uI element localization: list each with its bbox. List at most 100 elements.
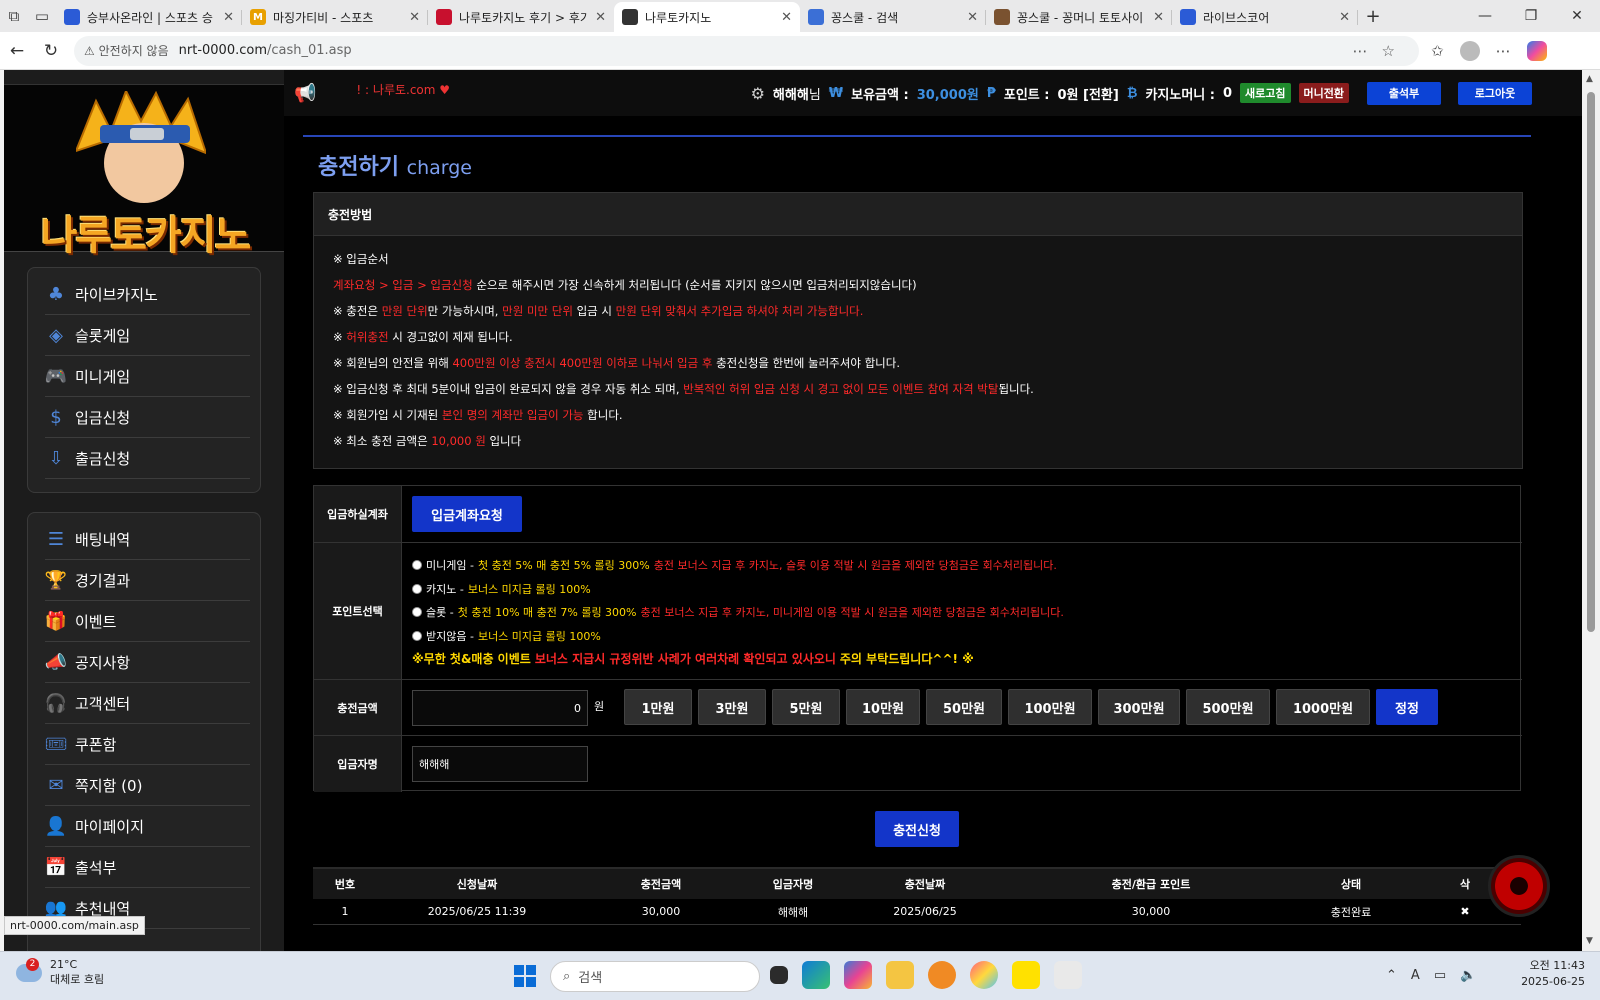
tab-close-icon[interactable]: ✕: [967, 10, 978, 25]
close-window-icon[interactable]: ✕: [1554, 0, 1600, 32]
tab-close-icon[interactable]: ✕: [223, 10, 234, 25]
taskbar-clock[interactable]: 오전 11:43 2025-06-25: [1497, 958, 1585, 990]
user-name: 해해해님: [772, 87, 821, 103]
sidebar-item-customer-center[interactable]: 🎧 고객센터: [45, 683, 250, 724]
amount-button-6[interactable]: 300만원: [1098, 689, 1180, 725]
volume-icon[interactable]: 🔈: [1460, 968, 1476, 983]
copilot-app-icon[interactable]: [844, 961, 872, 989]
site-logo[interactable]: 나루토카지노: [4, 84, 284, 259]
page-scrollbar[interactable]: ▲ ▼: [1582, 70, 1600, 951]
workspaces-icon[interactable]: ⧉: [0, 0, 28, 32]
history-cell: 30,000: [1131, 905, 1171, 918]
sidebar-item-mypage[interactable]: 👤 마이페이지: [45, 806, 250, 847]
app-orange-icon[interactable]: [928, 961, 956, 989]
browser-tab-1[interactable]: M 마징가티비 - 스포츠 ✕: [242, 2, 428, 32]
amount-button-7[interactable]: 500만원: [1186, 689, 1270, 725]
kakaotalk-icon[interactable]: [1012, 961, 1040, 989]
sidebar-item-notices[interactable]: 📣 공지사항: [45, 642, 250, 683]
weather-widget[interactable]: 2 21°C 대체로 흐림: [16, 957, 104, 987]
network-icon[interactable]: ▭: [1434, 968, 1446, 983]
sidebar-item-messages[interactable]: ✉ 쪽지함 (0): [45, 765, 250, 806]
amount-button-3[interactable]: 10만원: [846, 689, 920, 725]
logout-button[interactable]: 로그아웃: [1458, 81, 1532, 105]
favorites-icon[interactable]: ✩: [1431, 42, 1444, 60]
tab-close-icon[interactable]: ✕: [409, 10, 420, 25]
browser-tab-6[interactable]: 라이브스코어 ✕: [1172, 2, 1358, 32]
charge-submit-button[interactable]: 충전신청: [875, 811, 959, 847]
amount-button-1[interactable]: 3만원: [698, 689, 766, 725]
ime-icon[interactable]: A: [1411, 968, 1420, 983]
history-cell: 2025/06/25 11:39: [427, 905, 527, 918]
new-tab-button[interactable]: +: [1358, 6, 1388, 27]
sidebar-item-deposit[interactable]: $ 입금신청: [45, 397, 250, 438]
tab-actions-icon[interactable]: ▭: [28, 0, 56, 32]
tab-close-icon[interactable]: ✕: [781, 10, 792, 25]
amount-button-4[interactable]: 50만원: [926, 689, 1002, 725]
option-slot[interactable]: 슬롯 - 첫 충전 10% 매 충전 7% 롤링 300% 충전 보너스 지급 …: [412, 604, 1064, 620]
more-menu-icon[interactable]: ⋯: [1496, 42, 1511, 60]
scrollbar-thumb[interactable]: [1587, 92, 1595, 632]
browser-tab-2[interactable]: 나루토카지노 후기 > 후기 ✕: [428, 2, 614, 32]
maximize-icon[interactable]: ❐: [1508, 0, 1554, 32]
browser-tab-3[interactable]: 나루토카지노 ✕: [614, 2, 800, 32]
favorite-star-icon[interactable]: ☆: [1382, 42, 1409, 60]
sidebar-item-mini-game[interactable]: 🎮 미니게임: [45, 356, 250, 397]
sidebar-item-withdraw[interactable]: ⇩ 출금신청: [45, 438, 250, 479]
copilot-icon[interactable]: [1526, 40, 1547, 61]
not-secure-badge[interactable]: ⚠ 안전하지 않음: [84, 42, 169, 59]
scroll-down-icon[interactable]: ▼: [1586, 936, 1593, 946]
radio-minigame[interactable]: [412, 560, 422, 570]
option-none[interactable]: 받지않음 - 보너스 미지급 롤링 100%: [412, 628, 601, 644]
start-icon[interactable]: [514, 965, 536, 987]
sidebar-item-attendance[interactable]: 📅 출석부: [45, 847, 250, 888]
minimize-icon[interactable]: —: [1462, 0, 1508, 32]
sidebar-item-events[interactable]: 🎁 이벤트: [45, 601, 250, 642]
point-value[interactable]: 0원 [전환]: [1058, 84, 1119, 103]
browser-tab-5[interactable]: 꽁스쿨 - 꽁머니 토토사이 ✕: [986, 2, 1172, 32]
task-view-icon[interactable]: [770, 966, 788, 984]
taskbar-search[interactable]: ⌕ 검색: [550, 961, 760, 992]
tab-close-icon[interactable]: ✕: [1153, 10, 1164, 25]
amount-input[interactable]: 0: [412, 690, 588, 726]
address-bar: ← ↻ ⚠ 안전하지 않음 nrt-0000.com/cash_01.asp ⋯…: [0, 32, 1600, 70]
depositor-input[interactable]: 해해해: [412, 746, 588, 782]
sidebar-item-slot-game[interactable]: ◈ 슬롯게임: [45, 315, 250, 356]
tray-chevron-icon[interactable]: ⌃: [1386, 968, 1397, 983]
amount-button-5[interactable]: 100만원: [1008, 689, 1092, 725]
tab-favicon: [1180, 9, 1196, 25]
option-minigame[interactable]: 미니게임 - 첫 충전 5% 매 충전 5% 롤링 300% 충전 보너스 지급…: [412, 557, 1057, 573]
radio-casino[interactable]: [412, 584, 422, 594]
browser-tab-0[interactable]: 승부사온라인 | 스포츠 승 ✕: [56, 2, 242, 32]
amount-button-0[interactable]: 1만원: [624, 689, 692, 725]
amount-button-8[interactable]: 1000만원: [1276, 689, 1370, 725]
refresh-button[interactable]: 새로고침: [1240, 83, 1291, 103]
sidebar-item-coupons[interactable]: 🎟 쿠폰함: [45, 724, 250, 765]
request-account-button[interactable]: 입금계좌요청: [412, 496, 522, 532]
depositor-row: 입금자명 해해해: [314, 736, 1522, 792]
edge-icon[interactable]: [802, 961, 830, 989]
back-icon[interactable]: ←: [0, 41, 34, 61]
convert-button[interactable]: 머니전환: [1298, 83, 1349, 103]
browser-tab-4[interactable]: 꽁스쿨 - 검색 ✕: [800, 2, 986, 32]
sidebar-item-match-results[interactable]: 🏆 경기결과: [45, 560, 250, 601]
radio-slot[interactable]: [412, 607, 422, 617]
sidebar-item-betting-history[interactable]: ☰ 배팅내역: [45, 519, 250, 560]
app-colorful-icon[interactable]: [970, 961, 998, 989]
option-casino[interactable]: 카지노 - 보너스 미지급 롤링 100%: [412, 581, 591, 597]
attendance-button[interactable]: 출석부: [1367, 81, 1441, 105]
amount-button-2[interactable]: 5만원: [772, 689, 840, 725]
profile-avatar[interactable]: [1459, 40, 1480, 61]
floating-chat-button[interactable]: [1488, 855, 1550, 917]
file-explorer-icon[interactable]: [886, 961, 914, 989]
reader-icon[interactable]: ⋯: [1353, 42, 1382, 60]
tab-close-icon[interactable]: ✕: [1339, 10, 1350, 25]
url-input[interactable]: ⚠ 안전하지 않음 nrt-0000.com/cash_01.asp ⋯☆: [74, 35, 1419, 66]
tab-close-icon[interactable]: ✕: [595, 10, 606, 25]
snipping-tool-icon[interactable]: [1054, 961, 1082, 989]
scroll-up-icon[interactable]: ▲: [1586, 74, 1593, 84]
radio-none[interactable]: [412, 631, 422, 641]
sidebar-item-label: 배팅내역: [75, 530, 131, 549]
amount-reset-button[interactable]: 정정: [1376, 689, 1438, 725]
refresh-icon[interactable]: ↻: [34, 41, 68, 61]
sidebar-item-live-casino[interactable]: ♣ 라이브카지노: [45, 274, 250, 315]
